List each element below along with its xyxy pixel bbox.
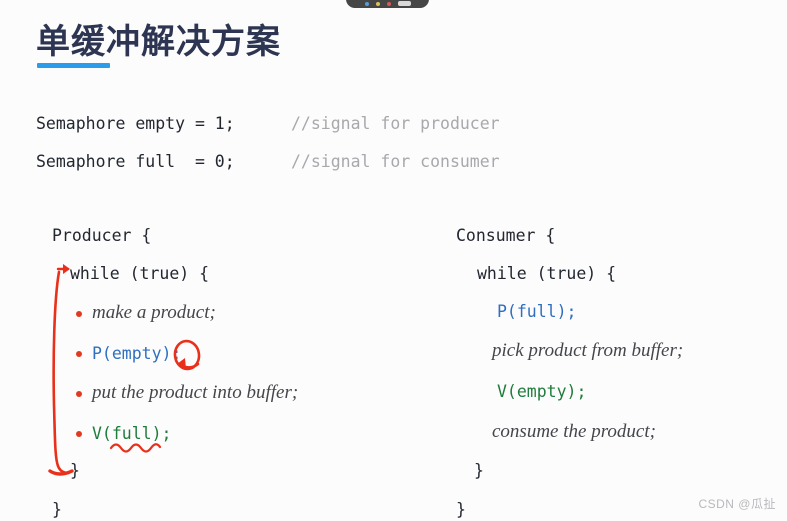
consumer-header: Consumer {: [456, 226, 556, 245]
consumer-close-outer: }: [456, 500, 466, 519]
producer-header: Producer {: [52, 226, 152, 245]
slide-canvas: 单缓冲解决方案 Semaphore empty = 1; //signal fo…: [0, 0, 787, 521]
consumer-close-inner: }: [474, 461, 484, 480]
loop-bracket-annotation: [48, 264, 74, 476]
recorder-dot-blue-icon: [364, 2, 369, 6]
declaration-full-comment: //signal for consumer: [291, 152, 500, 171]
page-title: 单缓冲解决方案: [36, 24, 281, 61]
screen-recorder-toolbar[interactable]: [346, 0, 429, 8]
consumer-body-line-0: P(full);: [497, 302, 577, 321]
producer-bullet-2-icon: [76, 391, 82, 397]
csdn-watermark: CSDN @瓜扯: [698, 497, 776, 511]
declaration-empty-comment: //signal for producer: [291, 114, 500, 133]
declaration-empty-code: Semaphore empty = 1;: [36, 114, 235, 133]
consumer-while-line: while (true) {: [477, 264, 617, 283]
title-accent-bar: [37, 63, 110, 68]
producer-bullet-1-icon: [76, 351, 82, 357]
consumer-body-line-3: consume the product;: [492, 421, 656, 442]
producer-bullet-0-icon: [76, 311, 82, 317]
producer-body-line-3: V(full);: [92, 424, 172, 443]
producer-while-line: while (true) {: [70, 264, 210, 283]
recorder-dot-red-icon: [386, 2, 391, 6]
declaration-full-code: Semaphore full = 0;: [36, 152, 235, 171]
full-squiggle-annotation: [109, 443, 162, 453]
consumer-body-line-1: pick product from buffer;: [492, 340, 684, 361]
recorder-dot-yellow-icon: [375, 2, 380, 6]
producer-body-line-0: make a product;: [92, 302, 216, 323]
producer-close-outer: }: [52, 500, 62, 519]
consumer-body-line-2: V(empty);: [497, 382, 587, 401]
producer-bullet-3-icon: [76, 431, 82, 437]
producer-close-inner: }: [70, 461, 80, 480]
recorder-stop-pill-icon[interactable]: [397, 1, 411, 6]
producer-body-line-2: put the product into buffer;: [92, 382, 299, 403]
producer-body-line-1: P(empty);: [92, 344, 182, 363]
